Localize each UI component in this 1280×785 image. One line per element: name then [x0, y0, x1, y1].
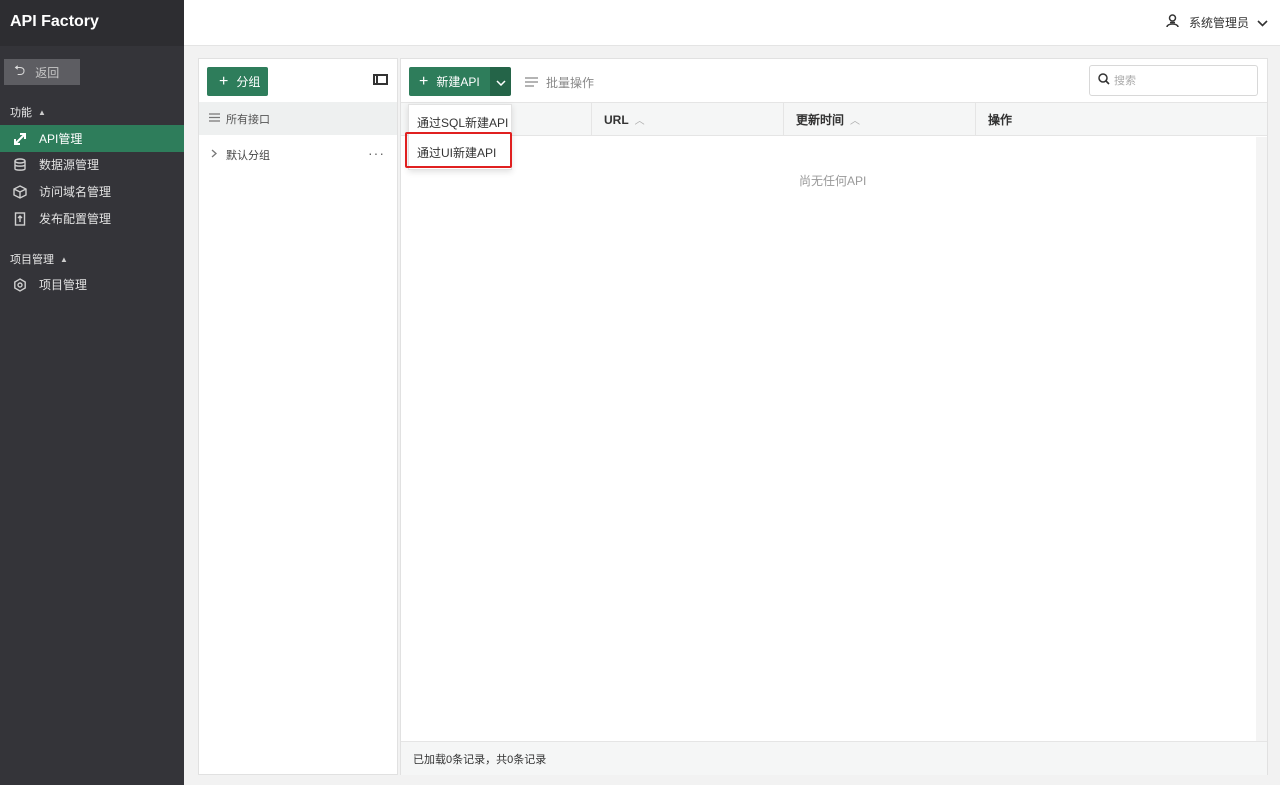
table-footer: 已加载0条记录，共0条记录	[401, 741, 1267, 775]
new-api-label: 新建API	[436, 75, 480, 89]
batch-label: 批量操作	[546, 76, 595, 90]
sidebar-item-label: 发布配置管理	[39, 212, 112, 226]
plus-icon: +	[419, 72, 429, 90]
sidebar-item-label: 访问域名管理	[39, 185, 112, 199]
empty-state-text: 尚无任何API	[799, 174, 867, 188]
caret-up-icon: ▲	[60, 254, 68, 264]
user-menu[interactable]: 系统管理员	[1166, 14, 1268, 31]
batch-operations-button[interactable]: 批量操作	[525, 74, 594, 91]
column-url-label: URL	[604, 112, 629, 127]
sidebar-item-release-config[interactable]: 发布配置管理	[0, 205, 184, 232]
column-header-updated[interactable]: 更新时间 ︿	[784, 103, 976, 136]
default-group-label: 默认分组	[226, 150, 270, 162]
more-options-icon[interactable]: ···	[368, 145, 385, 161]
chevron-down-icon	[1257, 16, 1268, 30]
sidebar-item-datasource[interactable]: 数据源管理	[0, 151, 184, 178]
column-actions-label: 操作	[988, 113, 1013, 127]
sidebar: API Factory ⮌ 返回 功能 ▲ API管理 数据源管理 访问域名管理…	[0, 0, 184, 785]
column-header-actions: 操作	[976, 103, 1267, 136]
app-title: API Factory	[0, 0, 184, 46]
user-icon	[1166, 14, 1179, 31]
new-api-via-ui-item[interactable]: 通过UI新建API	[409, 138, 511, 166]
vertical-scrollbar[interactable]	[1256, 137, 1267, 741]
list-lines-icon	[209, 112, 220, 125]
sidebar-item-api-management[interactable]: API管理	[0, 125, 184, 152]
sort-asc-icon[interactable]: ︿	[635, 112, 645, 127]
add-group-label: 分组	[236, 75, 261, 89]
back-arrow-icon: ⮌	[14, 62, 26, 78]
search-input[interactable]	[1114, 74, 1254, 87]
chevron-right-icon[interactable]	[211, 149, 217, 161]
column-header-url[interactable]: URL ︿	[592, 103, 784, 136]
record-count-status: 已加载0条记录，共0条记录	[413, 753, 547, 766]
batch-list-icon	[525, 76, 538, 90]
sort-asc-icon[interactable]: ︿	[850, 112, 860, 127]
table-header: URL ︿ 更新时间 ︿ 操作	[401, 102, 1267, 136]
sidebar-item-label: API管理	[39, 132, 83, 146]
group-panel: + 分组 所有接口 默认分组 ···	[198, 58, 398, 775]
new-api-button[interactable]: + 新建API	[409, 67, 490, 96]
section-features-toggle[interactable]: 功能 ▲	[10, 104, 46, 120]
new-api-via-sql-item[interactable]: 通过SQL新建API	[409, 108, 511, 136]
sidebar-item-label: 项目管理	[39, 278, 88, 292]
chevron-down-icon	[495, 75, 506, 89]
column-updated-label: 更新时间	[796, 113, 845, 127]
section-project-label: 项目管理	[10, 254, 54, 266]
panel-toggle-icon[interactable]	[373, 74, 388, 85]
new-api-dropdown-menu: 通过SQL新建API 通过UI新建API	[408, 104, 512, 170]
sidebar-item-domain[interactable]: 访问域名管理	[0, 178, 184, 205]
gear-icon	[12, 277, 28, 293]
section-project-toggle[interactable]: 项目管理 ▲	[10, 251, 68, 267]
default-group-item[interactable]: 默认分组 ···	[199, 145, 397, 165]
sidebar-item-project-management[interactable]: 项目管理	[0, 271, 184, 298]
sidebar-item-label: 数据源管理	[39, 158, 100, 172]
add-group-button[interactable]: + 分组	[207, 67, 268, 96]
api-arrows-icon	[12, 131, 28, 147]
new-api-dropdown-toggle[interactable]	[490, 67, 511, 96]
caret-up-icon: ▲	[38, 107, 46, 117]
api-list-panel: + 新建API 批量操作 URL ︿ 更新时间 ︿ 操作 尚无任何API	[400, 58, 1268, 775]
search-icon	[1098, 73, 1110, 88]
plus-icon: +	[219, 72, 229, 90]
back-label: 返回	[35, 65, 60, 80]
section-features-label: 功能	[10, 107, 32, 119]
all-apis-label: 所有接口	[226, 113, 270, 126]
release-config-icon	[12, 211, 28, 227]
back-button[interactable]: ⮌ 返回	[4, 59, 80, 85]
all-apis-item[interactable]: 所有接口	[199, 102, 397, 135]
cube-icon	[12, 184, 28, 200]
top-header: 系统管理员	[184, 0, 1280, 46]
database-icon	[12, 157, 28, 173]
search-box[interactable]	[1089, 65, 1258, 96]
user-name: 系统管理员	[1188, 16, 1249, 30]
